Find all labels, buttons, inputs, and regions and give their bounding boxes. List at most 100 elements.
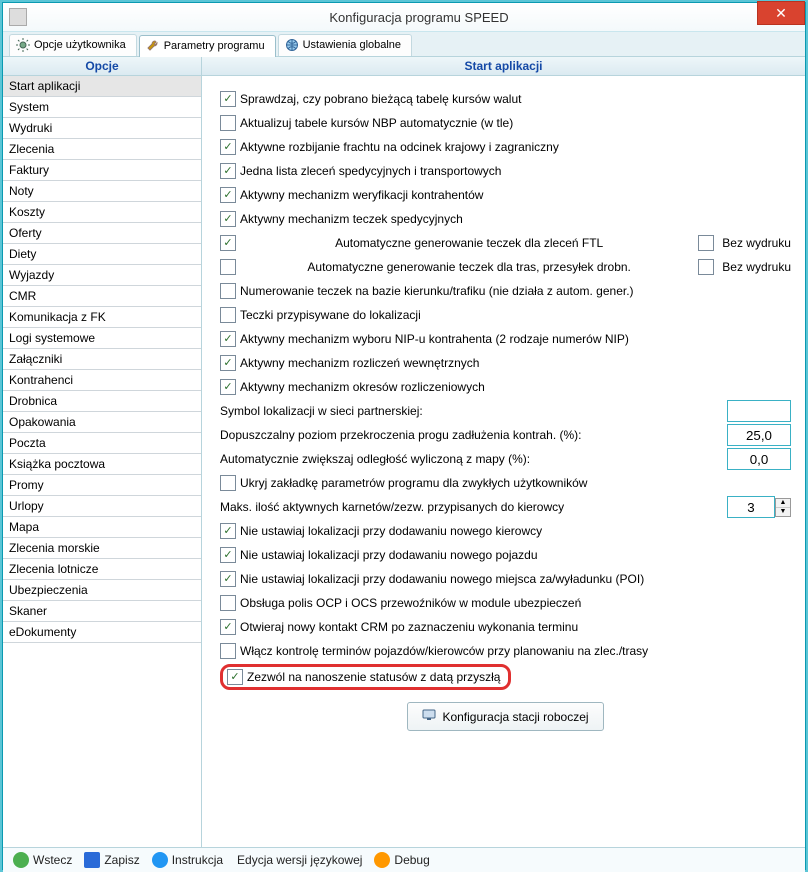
sidebar-item[interactable]: Komunikacja z FK [3,307,201,328]
text-input[interactable] [727,400,791,422]
checkbox[interactable] [220,283,236,299]
sidebar-item[interactable]: Oferty [3,223,201,244]
setting-row: Nie ustawiaj lokalizacji przy dodawaniu … [220,544,791,566]
sidebar-item[interactable]: eDokumenty [3,622,201,643]
checkbox[interactable] [698,259,714,275]
sidebar-item[interactable]: Logi systemowe [3,328,201,349]
sidebar-item[interactable]: Zlecenia [3,139,201,160]
setting-row: Aktywny mechanizm rozliczeń wewnętrznych [220,352,791,374]
checkbox[interactable] [220,643,236,659]
checkbox[interactable] [220,331,236,347]
setting-row: Dopuszczalny poziom przekroczenia progu … [220,424,791,446]
checkbox[interactable] [220,139,236,155]
setting-label: Obsługa polis OCP i OCS przewoźników w m… [240,596,581,610]
window-title: Konfiguracja programu SPEED [33,10,805,25]
checkbox[interactable] [220,259,236,275]
workstation-config-button[interactable]: Konfiguracja stacji roboczej [407,702,603,731]
sidebar-item[interactable]: Poczta [3,433,201,454]
setting-row: Włącz kontrolę terminów pojazdów/kierowc… [220,640,791,662]
setting-row: Automatyczne generowanie teczek dla zlec… [220,232,791,254]
spinner-input[interactable] [727,496,775,518]
checkbox[interactable] [698,235,714,251]
sidebar-item[interactable]: Opakowania [3,412,201,433]
sidebar-item[interactable]: Start aplikacji [3,76,201,97]
debug-button[interactable]: Debug [374,852,429,868]
tab-program-params[interactable]: Parametry programu [139,35,276,57]
sidebar-item[interactable]: Załączniki [3,349,201,370]
sidebar-item[interactable]: Promy [3,475,201,496]
text-input[interactable] [727,424,791,446]
setting-row: Zezwól na nanoszenie statusów z datą prz… [220,664,791,690]
setting-row: Automatycznie zwiększaj odległość wylicz… [220,448,791,470]
sidebar-item[interactable]: System [3,97,201,118]
checkbox[interactable] [220,187,236,203]
close-button[interactable]: ✕ [757,1,805,25]
sidebar-list[interactable]: Start aplikacjiSystemWydrukiZleceniaFakt… [3,76,201,847]
sidebar-item[interactable]: Mapa [3,517,201,538]
sidebar-item[interactable]: Kontrahenci [3,370,201,391]
tab-global-settings[interactable]: Ustawienia globalne [278,34,412,56]
setting-label: Aktywny mechanizm wyboru NIP-u kontrahen… [240,332,629,346]
setting-row: Jedna lista zleceń spedycyjnych i transp… [220,160,791,182]
sidebar-item[interactable]: Wyjazdy [3,265,201,286]
setting-label: Jedna lista zleceń spedycyjnych i transp… [240,164,501,178]
checkbox[interactable] [220,115,236,131]
side-option: Bez wydruku [698,259,791,275]
checkbox[interactable] [220,379,236,395]
checkbox[interactable] [220,595,236,611]
sidebar-item[interactable]: Koszty [3,202,201,223]
setting-label: Maks. ilość aktywnych karnetów/zezw. prz… [220,500,564,514]
sidebar-item[interactable]: Zlecenia lotnicze [3,559,201,580]
checkbox[interactable] [220,163,236,179]
checkbox[interactable] [220,523,236,539]
setting-label: Numerowanie teczek na bazie kierunku/tra… [240,284,634,298]
setting-label: Symbol lokalizacji w sieci partnerskiej: [220,404,423,418]
highlighted-setting: Zezwól na nanoszenie statusów z datą prz… [220,664,511,690]
setting-label: Automatyczne generowanie teczek dla zlec… [335,236,603,250]
app-icon [9,8,27,26]
number-spinner[interactable]: ▲▼ [727,496,791,518]
sidebar-item[interactable]: Ubezpieczenia [3,580,201,601]
spinner-buttons[interactable]: ▲▼ [775,498,791,517]
lang-edit-button[interactable]: Edycja wersji językowej [237,853,362,867]
button-label: Konfiguracja stacji roboczej [442,710,588,724]
sidebar-item[interactable]: Książka pocztowa [3,454,201,475]
setting-row: Obsługa polis OCP i OCS przewoźników w m… [220,592,791,614]
checkbox[interactable] [227,669,243,685]
checkbox[interactable] [220,235,236,251]
setting-label: Ukryj zakładkę parametrów programu dla z… [240,476,587,490]
sidebar-item[interactable]: Noty [3,181,201,202]
sidebar-item[interactable]: Skaner [3,601,201,622]
setting-row: Teczki przypisywane do lokalizacji [220,304,791,326]
text-input[interactable] [727,448,791,470]
sidebar-item[interactable]: Zlecenia morskie [3,538,201,559]
top-tabs: Opcje użytkownika Parametry programu Ust… [3,32,805,57]
checkbox[interactable] [220,355,236,371]
tab-label: Ustawienia globalne [303,39,401,51]
sidebar-item[interactable]: Urlopy [3,496,201,517]
checkbox[interactable] [220,91,236,107]
sidebar-item[interactable]: Diety [3,244,201,265]
checkbox[interactable] [220,211,236,227]
checkbox[interactable] [220,571,236,587]
setting-row: Aktywny mechanizm okresów rozliczeniowyc… [220,376,791,398]
checkbox[interactable] [220,475,236,491]
sidebar-item[interactable]: Drobnica [3,391,201,412]
checkbox[interactable] [220,619,236,635]
save-button[interactable]: Zapisz [84,852,139,868]
main-panel: Start aplikacji Sprawdzaj, czy pobrano b… [202,57,805,847]
sidebar-item[interactable]: Wydruki [3,118,201,139]
side-label: Bez wydruku [722,260,791,274]
checkbox[interactable] [220,307,236,323]
back-button[interactable]: Wstecz [13,852,72,868]
tab-user-options[interactable]: Opcje użytkownika [9,34,137,56]
main-panel-header: Start aplikacji [202,57,805,76]
setting-label: Teczki przypisywane do lokalizacji [240,308,421,322]
sidebar-item[interactable]: Faktury [3,160,201,181]
sidebar-item[interactable]: CMR [3,286,201,307]
setting-label: Aktualizuj tabele kursów NBP automatyczn… [240,116,513,130]
checkbox[interactable] [220,547,236,563]
side-label: Bez wydruku [722,236,791,250]
instruction-button[interactable]: Instrukcja [152,852,223,868]
disk-icon [84,852,100,868]
